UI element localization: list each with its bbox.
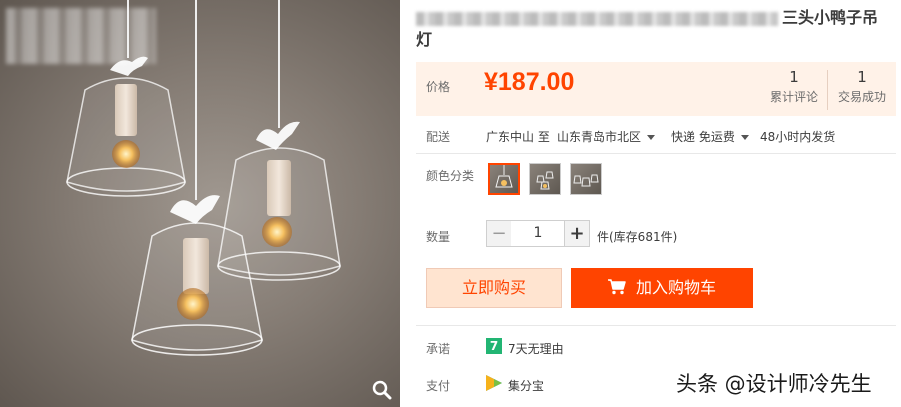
destination-text: 山东青岛市北区 xyxy=(557,130,642,144)
price-label: 价格 xyxy=(426,80,451,94)
product-title: 三头小鸭子吊灯 xyxy=(416,7,886,51)
decrement-button[interactable]: − xyxy=(486,220,512,247)
seven-day-return-icon: 7 xyxy=(486,338,502,354)
blurred-title-text xyxy=(416,11,778,26)
color-label: 颜色分类 xyxy=(426,169,475,183)
add-to-cart-label: 加入购物车 xyxy=(635,278,716,297)
price-value: ¥187.00 xyxy=(484,68,575,96)
add-to-cart-button[interactable]: 加入购物车 xyxy=(571,268,753,308)
review-count: 1 xyxy=(789,68,799,86)
color-option-single-lamp[interactable] xyxy=(488,163,520,195)
sales-stat[interactable]: 1 交易成功 xyxy=(831,68,893,105)
watermark: 头条 @设计师冷先生 xyxy=(676,372,872,396)
promise-label: 承诺 xyxy=(426,342,451,356)
blurred-shop-logo xyxy=(6,8,156,64)
buy-now-button[interactable]: 立即购买 xyxy=(426,268,562,308)
payment-text[interactable]: 集分宝 xyxy=(508,377,544,394)
dispatch-time: 48小时内发货 xyxy=(760,130,836,144)
magnifier-icon[interactable] xyxy=(372,380,392,400)
payment-label: 支付 xyxy=(426,379,451,393)
sales-label: 交易成功 xyxy=(837,90,886,104)
chevron-down-icon xyxy=(647,135,656,140)
sales-count: 1 xyxy=(857,68,867,86)
chevron-down-icon xyxy=(740,135,749,140)
color-option-three-lamp-cluster[interactable] xyxy=(529,163,561,195)
shipping-from: 广东中山 至 xyxy=(486,130,550,144)
jifenbao-icon xyxy=(486,375,502,391)
price-panel: 价格 ¥187.00 1 累计评论 1 交易成功 xyxy=(416,62,896,116)
section-divider xyxy=(416,325,896,326)
stock-info: 件(库存681件) xyxy=(597,230,678,244)
promise-text[interactable]: 7天无理由 xyxy=(508,340,564,357)
quantity-label: 数量 xyxy=(426,230,451,244)
shipping-destination-select[interactable]: 山东青岛市北区 xyxy=(557,128,656,145)
quantity-input[interactable]: 1 xyxy=(511,220,565,247)
review-stat[interactable]: 1 累计评论 xyxy=(764,68,824,105)
review-label: 累计评论 xyxy=(769,90,818,104)
color-option-three-lamp-row[interactable] xyxy=(570,163,602,195)
product-main-image[interactable] xyxy=(0,0,400,407)
increment-button[interactable]: + xyxy=(564,220,590,247)
section-divider xyxy=(416,153,896,154)
shipping-label: 配送 xyxy=(426,130,451,144)
shipping-method-select[interactable]: 快递 免运费 xyxy=(671,128,749,145)
quantity-stepper: − 1 + xyxy=(486,220,590,247)
stat-divider xyxy=(827,70,828,110)
cart-icon xyxy=(607,279,626,295)
shipping-method-text: 快递 免运费 xyxy=(671,130,735,144)
